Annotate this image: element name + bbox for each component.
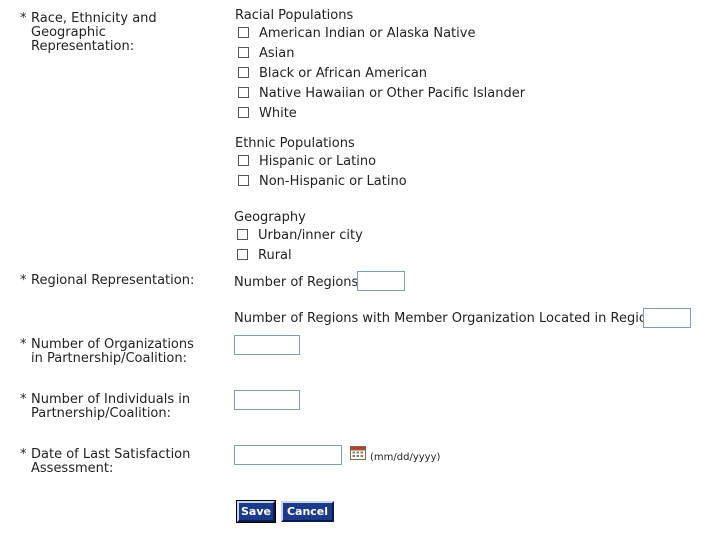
checkbox-label: American Indian or Alaska Native	[259, 26, 476, 41]
geography-title: Geography	[234, 210, 306, 225]
race-label-line-2: Geographic	[31, 25, 106, 40]
individuals-label-line-1: Number of Individuals in	[31, 392, 191, 407]
race-label-line-3: Representation:	[31, 39, 135, 54]
checkbox-black[interactable]	[238, 67, 249, 78]
individuals-label-line-2: Partnership/Coalition:	[31, 406, 172, 421]
checkbox-urban[interactable]	[237, 229, 248, 240]
regional-label-text: Regional Representation:	[31, 273, 195, 288]
date-format-hint: (mm/dd/yyyy)	[370, 452, 441, 463]
checkbox-asian[interactable]	[238, 47, 249, 58]
racial-populations-title: Racial Populations	[235, 8, 354, 23]
checkbox-rural[interactable]	[237, 249, 248, 260]
checkbox-label: Urban/inner city	[258, 228, 363, 243]
checkbox-label: Black or African American	[259, 66, 428, 81]
checkbox-white[interactable]	[238, 107, 249, 118]
save-button[interactable]: Save	[236, 500, 276, 523]
checkbox-hispanic[interactable]	[238, 155, 249, 166]
ethnic-populations-title: Ethnic Populations	[235, 136, 355, 151]
cancel-button[interactable]: Cancel	[281, 501, 334, 522]
individuals-input[interactable]	[234, 390, 300, 410]
checkbox-label: Native Hawaiian or Other Pacific Islande…	[259, 86, 526, 101]
checkbox-native-hawaiian[interactable]	[238, 87, 249, 98]
satisfaction-label-line-2: Assessment:	[31, 461, 114, 476]
checkbox-american-indian[interactable]	[238, 27, 249, 38]
checkbox-non-hispanic[interactable]	[238, 175, 249, 186]
required-asterisk: *	[20, 392, 27, 407]
organizations-input[interactable]	[234, 335, 300, 355]
satisfaction-label-line-1: Date of Last Satisfaction	[31, 447, 191, 462]
checkbox-label: Rural	[258, 248, 292, 263]
required-asterisk: *	[20, 273, 27, 288]
number-of-regions-label: Number of Regions	[234, 275, 359, 290]
race-label-line-1: Race, Ethnicity and	[31, 11, 157, 26]
required-asterisk: *	[20, 11, 27, 26]
organizations-label-line-2: in Partnership/Coalition:	[31, 351, 187, 366]
calendar-icon[interactable]	[350, 446, 366, 460]
organizations-label-line-1: Number of Organizations	[31, 337, 194, 352]
checkbox-label: White	[259, 106, 297, 121]
required-asterisk: *	[20, 337, 27, 352]
satisfaction-date-input[interactable]	[234, 445, 342, 465]
member-regions-label: Number of Regions with Member Organizati…	[234, 311, 656, 326]
member-regions-input[interactable]	[643, 308, 691, 328]
number-of-regions-input[interactable]	[357, 271, 405, 291]
checkbox-label: Asian	[259, 46, 295, 61]
required-asterisk: *	[20, 447, 27, 462]
checkbox-label: Hispanic or Latino	[259, 154, 377, 169]
checkbox-label: Non-Hispanic or Latino	[259, 174, 407, 189]
